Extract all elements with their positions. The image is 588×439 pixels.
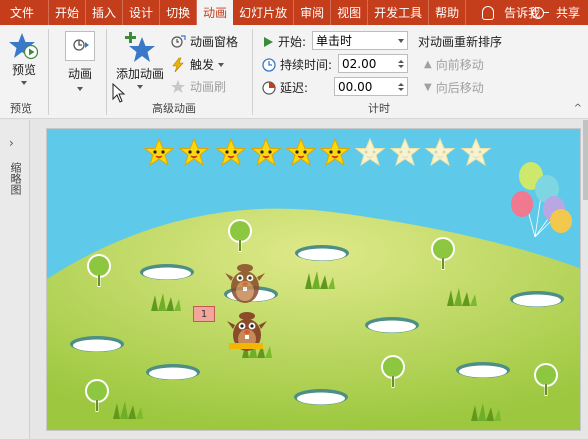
animation-gallery-box (65, 31, 95, 61)
animation-painter-button[interactable]: 动画刷 (170, 78, 226, 95)
lightbulb-icon (482, 5, 495, 20)
spinner-icon[interactable] (398, 59, 404, 68)
group-label-timing: 计时 (368, 102, 390, 115)
start-value: 单击时 (316, 34, 353, 48)
tab-design[interactable]: 设计 (123, 0, 161, 25)
person-icon (531, 6, 549, 19)
slide-canvas[interactable]: 1 (46, 128, 581, 431)
preview-star-icon (9, 33, 39, 60)
preview-label: 预览 (11, 63, 36, 77)
tab-review[interactable]: 审阅 (294, 0, 332, 25)
share-button[interactable]: 共享 (531, 0, 580, 25)
tab-insert[interactable]: 插入 (86, 0, 124, 25)
triangle-up-icon: ▲ (424, 59, 432, 70)
tab-animations[interactable]: 动画 (197, 0, 234, 25)
animation-pane-button[interactable]: 动画窗格 (170, 33, 238, 50)
animation-order-tag[interactable]: 1 (193, 306, 215, 322)
tab-slideshow[interactable]: 幻灯片放 (233, 0, 295, 25)
group-label-preview: 预览 (10, 102, 32, 115)
share-label: 共享 (555, 6, 580, 20)
chevron-right-icon[interactable]: › (9, 136, 14, 150)
trigger-button[interactable]: 触发 (170, 56, 225, 73)
group-divider (106, 29, 107, 115)
ribbon-tab-bar: 文件 开始 插入 设计 切换 动画 幻灯片放 审阅 视图 开发工具 帮助 告诉我… (0, 0, 588, 25)
tab-file[interactable]: 文件 (0, 0, 50, 25)
triangle-down-icon: ▼ (424, 82, 432, 93)
start-select[interactable]: 单击时 (312, 31, 408, 50)
group-divider (48, 29, 49, 115)
chevron-down-icon (77, 87, 83, 91)
tell-me-box[interactable]: 告诉我 (472, 0, 540, 25)
tab-help[interactable]: 帮助 (429, 0, 467, 25)
play-icon (264, 36, 273, 47)
animation-styles-button[interactable]: 动画 (60, 31, 100, 91)
add-animation-button[interactable]: 添加动画 (112, 31, 168, 89)
ribbon: 预览 预览 动画 添加动画 动画窗格 触发 动画刷 高级动画 开始: 单击时 持… (0, 25, 588, 119)
thumbnail-pane-label: 缩略图 (9, 162, 22, 195)
vertical-scrollbar[interactable] (583, 120, 588, 200)
duration-input[interactable]: 02.00 (338, 54, 408, 73)
duration-label: 持续时间: (280, 58, 333, 72)
chevron-down-icon (137, 85, 143, 89)
tab-view[interactable]: 视图 (331, 0, 369, 25)
brush-star-icon (171, 79, 185, 93)
tab-transitions[interactable]: 切换 (160, 0, 198, 25)
start-row: 开始: (262, 33, 306, 50)
trigger-label: 触发 (190, 58, 215, 72)
animation-label: 动画 (67, 67, 92, 81)
move-earlier-label: 向前移动 (435, 58, 484, 72)
duration-value: 02.00 (342, 56, 377, 71)
delay-row: 延迟: (262, 79, 308, 96)
add-animation-star-icon (125, 32, 155, 62)
delay-label: 延迟: (280, 81, 309, 95)
animation-pane-label: 动画窗格 (190, 35, 239, 49)
mouse-cursor-icon (112, 83, 126, 103)
chevron-down-icon (398, 38, 404, 43)
move-earlier-button[interactable]: ▲ 向前移动 (424, 56, 484, 73)
delay-input[interactable]: 00.00 (334, 77, 408, 96)
animation-painter-label: 动画刷 (190, 80, 227, 94)
tab-developer[interactable]: 开发工具 (368, 0, 430, 25)
animation-pane-icon (171, 34, 186, 48)
chevron-down-icon (21, 81, 27, 85)
reorder-title-label: 对动画重新排序 (418, 35, 503, 49)
reorder-title: 对动画重新排序 (418, 33, 502, 50)
move-later-label: 向后移动 (435, 81, 484, 95)
tab-home[interactable]: 开始 (49, 0, 87, 25)
preview-button[interactable]: 预览 (6, 31, 42, 85)
slide-artwork (47, 129, 580, 430)
thumbnail-pane: › 缩略图 (0, 120, 30, 439)
delay-value: 00.00 (338, 79, 373, 94)
add-animation-label: 添加动画 (115, 67, 164, 81)
clock-icon (262, 57, 276, 72)
collapse-ribbon-icon[interactable]: ^ (574, 103, 582, 114)
animation-motion-icon (73, 39, 89, 51)
spinner-icon[interactable] (398, 82, 404, 91)
move-later-button[interactable]: ▼ 向后移动 (424, 79, 484, 96)
duration-row: 持续时间: (262, 56, 332, 73)
start-label: 开始: (278, 35, 307, 49)
group-label-advanced-animation: 高级动画 (152, 102, 196, 115)
chevron-down-icon (218, 62, 225, 67)
lightning-icon (172, 57, 184, 72)
delay-clock-icon (262, 80, 276, 95)
group-divider (252, 29, 253, 115)
